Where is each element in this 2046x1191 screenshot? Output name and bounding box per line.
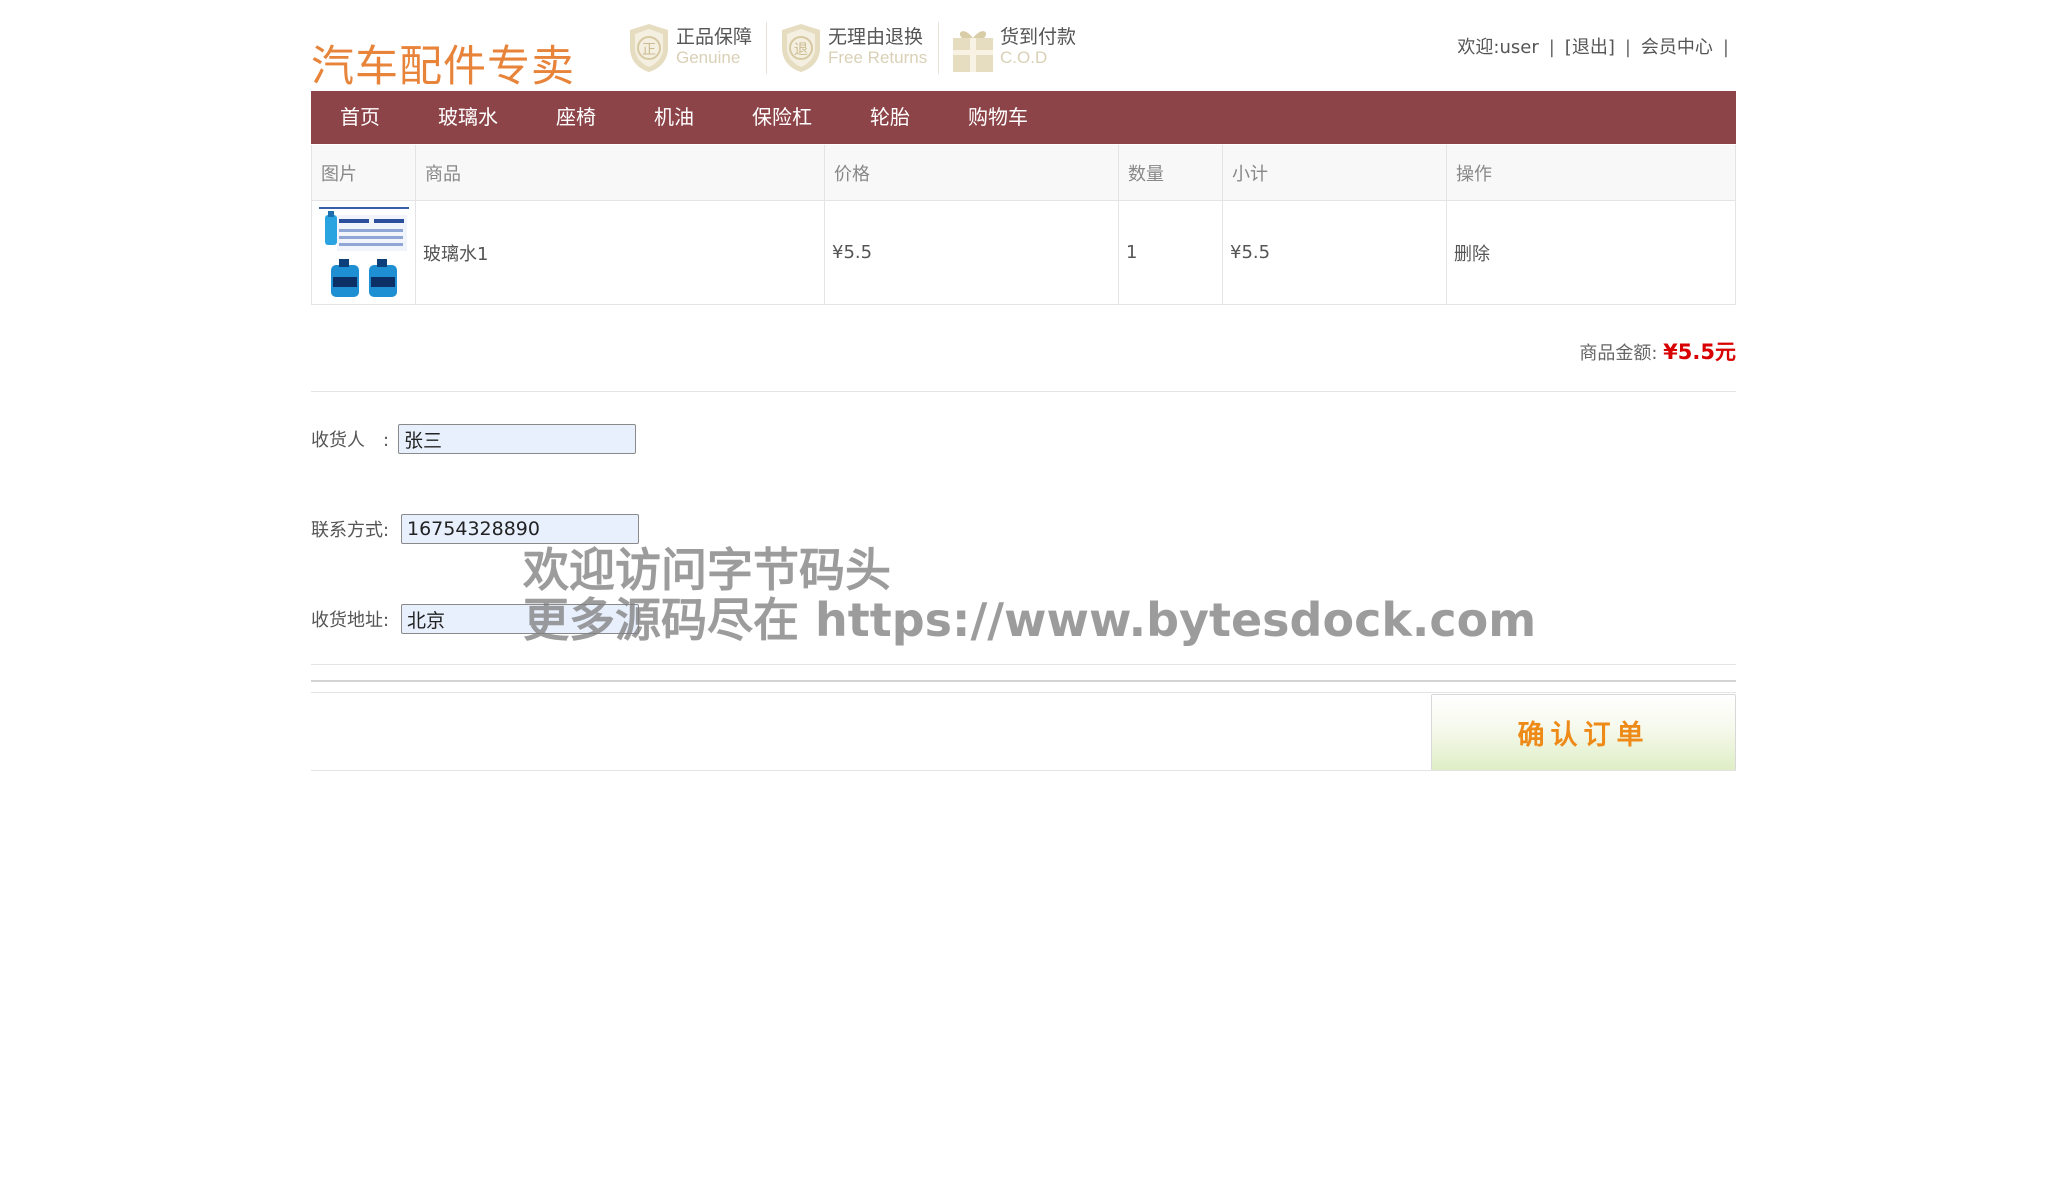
nav-engine-oil[interactable]: 机油: [625, 91, 723, 144]
cell-image: [311, 200, 416, 305]
total-amount: ¥5.5元: [1663, 340, 1736, 364]
svg-text:退: 退: [794, 42, 808, 58]
confirm-order-button[interactable]: 确认订单: [1431, 694, 1736, 771]
nav-bumper[interactable]: 保险杠: [723, 91, 841, 144]
page: 汽车配件专卖 正 正品保障 Genuine 退 无理由退换 Free Retur…: [0, 0, 2046, 1191]
badge-cod: 货到付款 C.O.D: [952, 22, 1076, 78]
site-logo[interactable]: 汽车配件专卖: [311, 32, 575, 94]
divider: [311, 391, 1736, 392]
contact-label: 联系方式:: [311, 520, 390, 541]
badge-returns-title: 无理由退换: [828, 26, 924, 48]
nav-tires[interactable]: 轮胎: [841, 91, 939, 144]
badge-cod-title: 货到付款: [1000, 26, 1077, 48]
divider: [311, 680, 1736, 682]
contact-input[interactable]: [401, 514, 639, 544]
badge-free-returns: 退 无理由退换 Free Returns: [780, 22, 927, 78]
cart-table: 图片 商品 价格 数量 小计 操作 玻璃水1 ¥5.5 1 ¥5.5 删除: [311, 145, 1736, 305]
separator: |: [1722, 37, 1729, 58]
col-price: 价格: [824, 145, 1119, 201]
badge-genuine-subtitle: Genuine: [676, 48, 741, 67]
nav-home[interactable]: 首页: [311, 91, 409, 144]
col-image: 图片: [311, 145, 416, 201]
main-nav: 首页 玻璃水 座椅 机油 保险杠 轮胎 购物车: [311, 91, 1736, 144]
badge-genuine-title: 正品保障: [676, 26, 753, 48]
nav-cart[interactable]: 购物车: [939, 91, 1057, 144]
col-action: 操作: [1446, 145, 1736, 201]
watermark: 欢迎访问字节码头 更多源码尽在 https://www.bytesdock.co…: [523, 545, 1536, 645]
badge-divider: [938, 22, 939, 74]
address-label: 收货地址:: [311, 610, 390, 631]
watermark-line-1: 欢迎访问字节码头: [523, 543, 891, 597]
product-subtotal: ¥5.5: [1222, 200, 1447, 305]
product-name[interactable]: 玻璃水1: [415, 200, 825, 305]
badge-returns-subtitle: Free Returns: [828, 48, 928, 67]
badge-cod-subtitle: C.O.D: [1000, 48, 1048, 67]
divider: [311, 770, 1736, 771]
product-image: [318, 206, 409, 299]
product-thumbnail[interactable]: [318, 206, 409, 299]
total-label: 商品金额:: [1579, 343, 1658, 364]
separator: |: [1624, 37, 1631, 58]
svg-text:正: 正: [642, 42, 656, 58]
divider: [311, 664, 1736, 665]
nav-glass-water[interactable]: 玻璃水: [409, 91, 527, 144]
delete-link[interactable]: 删除: [1446, 200, 1736, 305]
receiver-label: 收货人 :: [311, 430, 390, 451]
product-price: ¥5.5: [824, 200, 1119, 305]
shield-icon: 退: [782, 24, 820, 72]
member-center-link[interactable]: 会员中心: [1641, 37, 1713, 58]
shield-icon: 正: [630, 24, 668, 72]
col-subtotal: 小计: [1222, 145, 1447, 201]
gift-icon: [953, 31, 993, 72]
separator: |: [1548, 37, 1555, 58]
product-quantity: 1: [1118, 200, 1223, 305]
watermark-line-2: 更多源码尽在 https://www.bytesdock.com: [523, 593, 1537, 647]
logout-link[interactable]: [退出]: [1565, 37, 1615, 58]
table-row: 玻璃水1 ¥5.5 1 ¥5.5 删除: [311, 200, 1736, 305]
badge-genuine: 正 正品保障 Genuine: [628, 22, 752, 78]
col-product: 商品: [415, 145, 825, 201]
nav-seats[interactable]: 座椅: [527, 91, 625, 144]
badge-divider: [766, 22, 767, 74]
user-bar: 欢迎:user | [退出] | 会员中心 |: [1457, 33, 1739, 59]
divider: [311, 692, 1736, 693]
receiver-input[interactable]: [398, 424, 636, 454]
welcome-user: 欢迎:user: [1457, 37, 1539, 58]
col-quantity: 数量: [1118, 145, 1223, 201]
order-total: 商品金额: ¥5.5元: [1579, 336, 1736, 366]
cart-header-row: 图片 商品 价格 数量 小计 操作: [311, 145, 1736, 201]
